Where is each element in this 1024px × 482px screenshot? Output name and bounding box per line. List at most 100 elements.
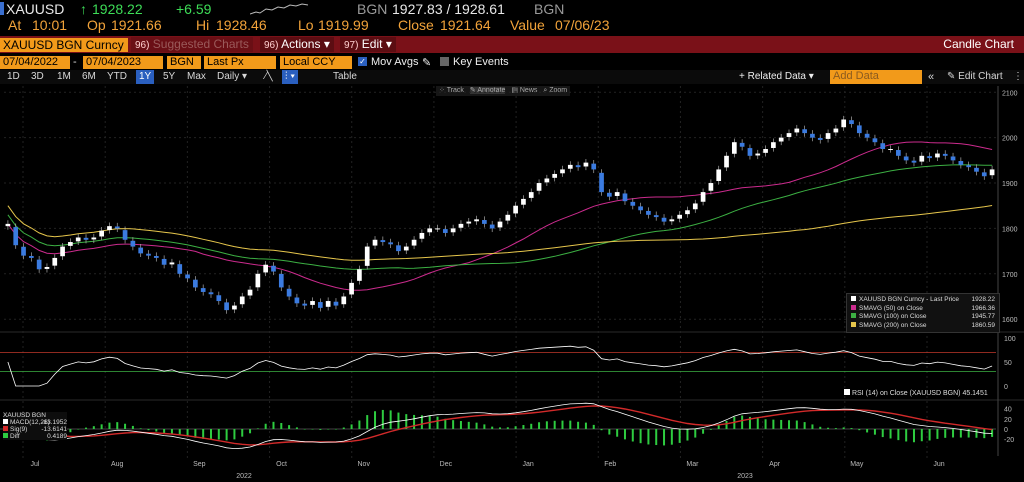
candle-body (528, 192, 534, 198)
range-1y[interactable]: 1Y (136, 70, 155, 84)
candle-body (575, 165, 581, 168)
candle-body (771, 142, 776, 148)
actions-button[interactable]: 96) Actions ▾ (260, 37, 334, 52)
legend-series-value: -13.6141 (41, 426, 67, 433)
mov-avgs-checkbox[interactable]: ✓ (358, 57, 367, 66)
macd-histogram-bar (866, 429, 869, 433)
macd-histogram-bar (499, 427, 501, 429)
collapse-icon[interactable]: « (925, 70, 937, 84)
rsi-label: RSI (14) on Close (XAUUSD BGN) (851, 390, 961, 397)
candle-body (411, 239, 417, 246)
candle-body (146, 253, 151, 256)
range-ytd[interactable]: YTD (104, 70, 130, 84)
macd-histogram-bar (842, 427, 845, 429)
field-select[interactable]: Last Px (204, 56, 276, 69)
candle-body (208, 292, 214, 295)
bid-ask-source: BGN (534, 1, 565, 17)
macd-histogram-bar (920, 429, 923, 442)
candle-body (99, 230, 104, 237)
security-field[interactable]: XAUUSD BGN Curncy (0, 38, 128, 52)
key-events-checkbox[interactable] (440, 57, 449, 66)
macd-histogram-bar (678, 429, 681, 443)
macd-histogram-bar (249, 429, 252, 434)
year-tick-label: 2023 (737, 473, 753, 480)
month-tick-label: Nov (358, 461, 371, 468)
range-6m[interactable]: 6M (79, 70, 99, 84)
source-field[interactable]: BGN (167, 56, 201, 69)
macd-histogram-bar (170, 429, 173, 434)
frequency-select[interactable]: Daily ▾ (214, 70, 250, 84)
candle-body (403, 246, 409, 251)
macd-panel: 40 20 0 -20 (0, 402, 1014, 450)
suggested-num: 96) (135, 40, 150, 51)
edit-chart-label: Edit Chart (958, 71, 1003, 82)
mov-avgs-label: Mov Avgs (371, 56, 419, 68)
params-bar: 07/04/2022 - 07/04/2023 BGN Last Px Loca… (0, 55, 1024, 70)
time-axis: Jul Aug Sep Oct Nov Dec Jan Feb Mar Apr May Jun 2022… (31, 461, 945, 480)
candle-body (716, 169, 722, 181)
candle-body (849, 120, 854, 125)
candle-body (614, 192, 620, 196)
macd-histogram-bar (514, 426, 517, 429)
candle-body (622, 193, 628, 202)
macd-histogram-bar (928, 429, 931, 441)
table-button[interactable]: Table (330, 70, 360, 84)
currency-select[interactable]: Local CCY (280, 56, 352, 69)
line-chart-icon[interactable]: ⁄╲ (262, 70, 276, 84)
candle-body (482, 220, 487, 224)
candle-chart-icon[interactable]: ⫶ ▾ (282, 70, 299, 84)
macd-histogram-bar (670, 429, 673, 445)
macd-histogram-bar (741, 415, 744, 429)
range-1d[interactable]: 1D (4, 70, 23, 84)
open-value: 1921.66 (111, 17, 162, 33)
macd-legend-title: XAUUSD BGN (3, 412, 46, 419)
candle-body (630, 201, 636, 206)
legend-series-value: 1945.77 (971, 313, 996, 320)
candle-body (278, 273, 284, 288)
macd-histogram-bar (264, 423, 267, 429)
macd-histogram-bar (952, 429, 955, 438)
legend-series-value: 0.4189 (47, 433, 67, 440)
candle-body (91, 237, 97, 240)
macd-histogram-bar (116, 422, 119, 429)
macd-legend: XAUUSD BGN MACD(12,26) -13.1952 Sig(9) -13.… (3, 412, 67, 440)
range-1m[interactable]: 1M (54, 70, 74, 84)
candle-body (474, 219, 479, 222)
candle-body (567, 164, 573, 169)
candle-body (161, 258, 167, 265)
add-data-input[interactable]: Add Data (830, 70, 922, 84)
start-date-field[interactable]: 07/04/2022 (0, 56, 70, 69)
candle-body (810, 133, 815, 138)
range-max[interactable]: Max (184, 70, 209, 84)
chart-area[interactable]: 2100 2000 1900 1800 1700 1600 100 50 0 40 20 0 -20… (0, 86, 1024, 482)
ticker[interactable]: XAUUSD (6, 1, 64, 17)
edit-button[interactable]: 97) Edit ▾ (340, 37, 396, 52)
macd-histogram-bar (639, 429, 642, 444)
candle-body (325, 301, 331, 307)
macd-histogram-bar (577, 421, 580, 429)
price-tick-label: 1700 (1002, 272, 1018, 279)
macd-histogram-bar (944, 429, 947, 438)
candle-body (294, 297, 300, 304)
candle-body (505, 214, 511, 221)
more-options-icon[interactable]: ⋮ (1010, 70, 1024, 84)
chart-type-label: Candle Chart (943, 37, 1014, 51)
pencil-icon[interactable]: ✎ (422, 56, 431, 69)
suggested-charts-button[interactable]: 96) Suggested Charts (131, 37, 253, 52)
macd-histogram-bar (381, 409, 384, 429)
related-data-button[interactable]: + Related Data ▾ (736, 70, 817, 84)
macd-histogram-bar (709, 429, 712, 430)
candle-body (138, 247, 144, 254)
candle-body (458, 223, 464, 228)
candle-body (513, 205, 518, 214)
range-3d[interactable]: 3D (28, 70, 47, 84)
end-date-field[interactable]: 07/04/2023 (83, 56, 163, 69)
edit-chart-button[interactable]: ✎ Edit Chart (944, 70, 1006, 84)
macd-histogram-bar (897, 429, 900, 441)
range-5y[interactable]: 5Y (160, 70, 178, 84)
price-tick-label: 1900 (1002, 181, 1018, 188)
candle-body (419, 232, 425, 239)
candle-body (802, 129, 807, 134)
candle-body (28, 255, 34, 258)
candle-body (677, 214, 682, 219)
